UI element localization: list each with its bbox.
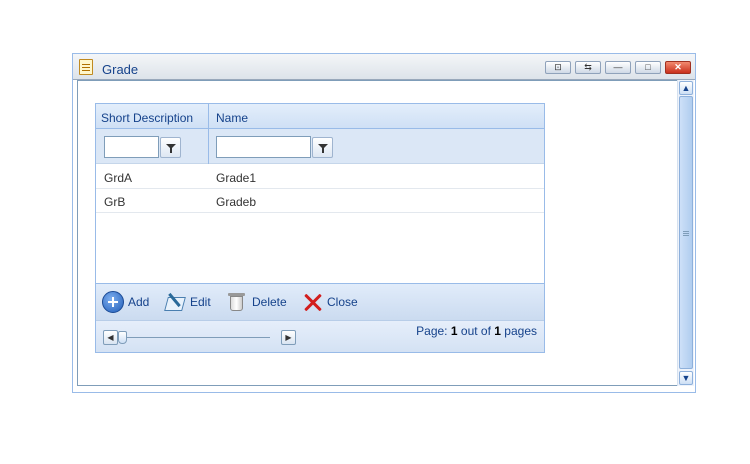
close-icon[interactable]: ✕ <box>665 61 691 74</box>
add-button[interactable]: Add <box>102 290 149 314</box>
slider-right-arrow-icon[interactable]: ▶ <box>281 330 296 345</box>
edit-button[interactable]: Edit <box>164 290 211 314</box>
grid-header: Short Description Name <box>96 104 544 129</box>
close-label: Close <box>327 295 358 309</box>
scroll-down-icon[interactable]: ▼ <box>679 371 693 385</box>
page-slider-thumb[interactable] <box>118 331 127 344</box>
page-info: Page: 1 out of 1 pages <box>416 324 537 338</box>
cell-name: Gradeb <box>216 195 257 209</box>
refresh-icon[interactable]: ⇆ <box>575 61 601 74</box>
slider-left-arrow-icon[interactable]: ◀ <box>103 330 118 345</box>
name-filter-button[interactable] <box>312 137 333 158</box>
restore-icon[interactable]: ⊡ <box>545 61 571 74</box>
vertical-scrollbar[interactable]: ▲ ▼ <box>677 80 694 386</box>
cell-short-description: GrB <box>104 195 126 209</box>
window-bottom-edge <box>73 386 695 392</box>
cell-name: Grade1 <box>216 171 257 185</box>
add-label: Add <box>128 295 150 309</box>
short-description-filter-button[interactable] <box>160 137 181 158</box>
window-title: Grade <box>102 62 139 77</box>
close-x-icon <box>301 291 323 313</box>
grade-window: Grade ⊡ ⇆ — □ ✕ Short Description Name G… <box>72 53 696 393</box>
delete-label: Delete <box>252 295 287 309</box>
column-divider <box>208 104 209 164</box>
window-notes-icon <box>79 59 93 75</box>
add-circle-icon <box>102 291 124 313</box>
cell-short-description: GrdA <box>104 171 133 185</box>
minimize-icon[interactable]: — <box>605 61 631 74</box>
pager-bar: ◀ ▶ Page: 1 out of 1 pages <box>96 320 544 352</box>
filter-row <box>96 129 544 164</box>
scrollbar-thumb[interactable] <box>679 96 693 369</box>
table-row[interactable]: GrdA Grade1 <box>96 165 544 189</box>
filter-icon <box>166 144 176 153</box>
column-header-name[interactable]: Name <box>216 111 248 125</box>
short-description-filter-input[interactable] <box>104 136 159 158</box>
grade-grid: Short Description Name GrdA Grade1 GrB G… <box>95 103 545 353</box>
grip-icon <box>683 231 689 232</box>
edit-pencil-icon <box>164 291 186 313</box>
window-content: Short Description Name GrdA Grade1 GrB G… <box>77 80 679 386</box>
delete-button[interactable]: Delete <box>226 290 287 314</box>
filter-icon <box>318 144 328 153</box>
title-bar[interactable]: Grade ⊡ ⇆ — □ ✕ <box>73 54 695 80</box>
scroll-up-icon[interactable]: ▲ <box>679 81 693 95</box>
edit-label: Edit <box>190 295 211 309</box>
trash-can-icon <box>226 291 248 313</box>
close-button[interactable]: Close <box>301 290 358 314</box>
name-filter-input[interactable] <box>216 136 311 158</box>
table-row[interactable]: GrB Gradeb <box>96 189 544 213</box>
page-slider-track[interactable] <box>120 337 270 338</box>
column-header-short-description[interactable]: Short Description <box>101 111 193 125</box>
maximize-icon[interactable]: □ <box>635 61 661 74</box>
grid-toolbar: Add Edit Delete Close <box>96 283 544 320</box>
